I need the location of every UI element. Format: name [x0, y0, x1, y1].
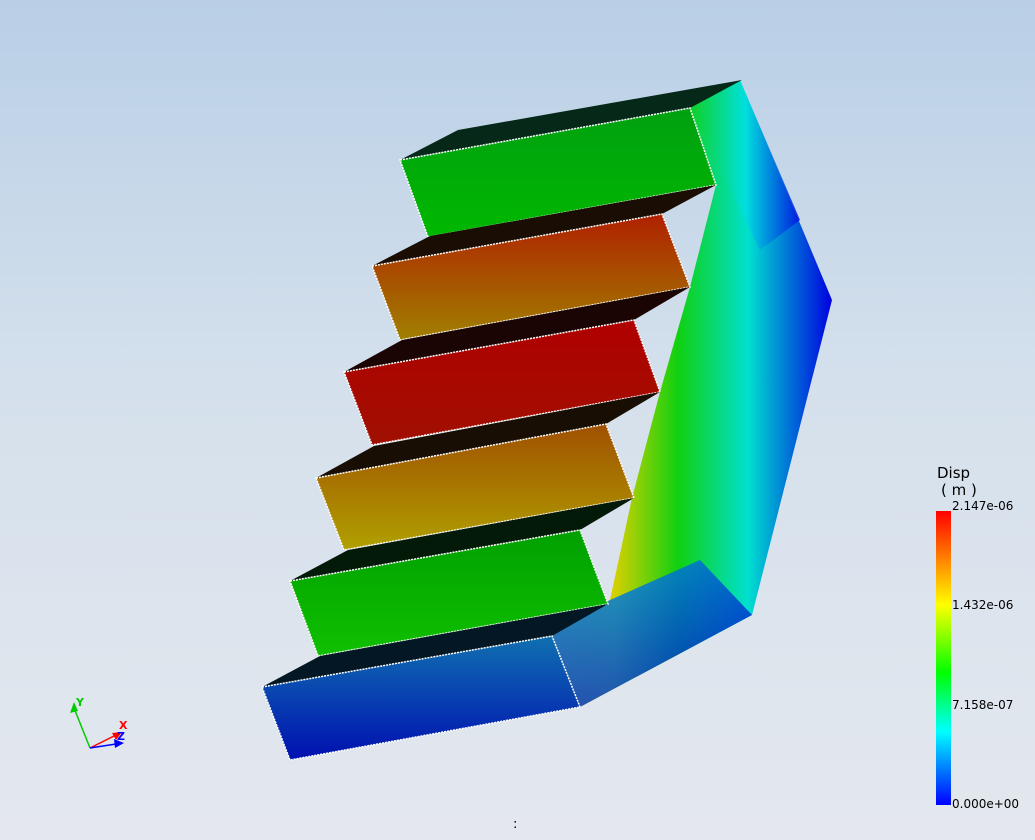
legend-mid-high-label: 1.432e-06	[952, 598, 1014, 612]
legend-min-label: 0.000e+00	[952, 797, 1020, 811]
y-axis-label: Y	[76, 696, 84, 709]
legend-title: Disp	[937, 464, 971, 482]
legend-max-label: 2.147e-06	[952, 499, 1014, 513]
model-viewport[interactable]	[0, 0, 1035, 840]
legend-mid-low-label: 7.158e-07	[952, 698, 1014, 712]
y-axis-line	[73, 707, 91, 749]
z-axis-label: Z	[117, 730, 125, 743]
status-text: :	[513, 817, 518, 832]
legend-color-bar	[936, 511, 951, 805]
legend-unit: ( m )	[941, 481, 977, 499]
